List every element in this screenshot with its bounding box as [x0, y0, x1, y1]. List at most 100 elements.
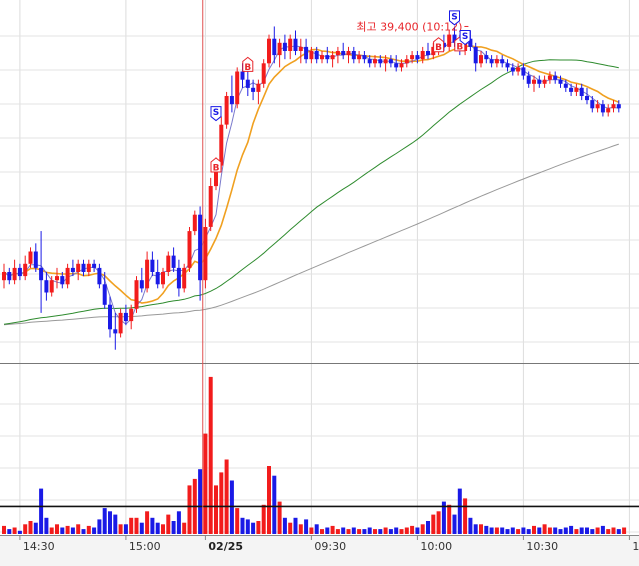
buy-signal-marker: B: [433, 37, 445, 53]
candle-down: [325, 55, 330, 60]
volume-bar: [574, 529, 579, 534]
candle-up: [547, 75, 552, 80]
volume-bar: [2, 525, 6, 534]
candle-up: [129, 308, 134, 322]
candle-up: [595, 104, 600, 109]
candle-up: [298, 46, 303, 51]
volume-bar: [585, 527, 589, 534]
signal-label: S: [462, 32, 468, 42]
volume-bar: [203, 433, 208, 534]
buy-signal-marker: B: [242, 56, 254, 73]
candle-up: [532, 79, 536, 84]
volume-bar: [420, 524, 425, 534]
volume-bar: [558, 529, 563, 534]
candle-up: [182, 267, 187, 289]
volume-bar: [473, 524, 478, 534]
volume-bar: [447, 504, 452, 534]
candle-down: [378, 59, 383, 64]
signal-label: B: [244, 63, 251, 73]
volume-bar: [351, 527, 356, 534]
chart-stage: 최고 39,400 (10:12) S B B S B B S 14:30 15:00 02/25…: [0, 0, 639, 566]
grid: [0, 0, 639, 566]
candle-down: [92, 263, 97, 268]
signal-label: B: [456, 42, 463, 52]
volume-bar: [282, 517, 287, 534]
signal-label: B: [435, 43, 442, 53]
volume-bar: [155, 522, 160, 534]
candle-down: [176, 267, 181, 289]
volume-bar: [113, 514, 118, 534]
candle-down: [102, 284, 107, 305]
volume-bar: [97, 519, 102, 534]
volume-bar: [611, 527, 616, 534]
candle-down: [600, 104, 605, 113]
volume-bar: [267, 466, 271, 534]
volume-bar: [553, 527, 558, 534]
volume-bar: [563, 527, 568, 534]
volume-bar: [118, 524, 123, 534]
volume-bar: [134, 517, 139, 534]
volume-bar: [590, 529, 595, 534]
candle-up: [256, 83, 261, 92]
candle-down: [537, 79, 542, 84]
volume-bar: [123, 524, 128, 534]
volume-bar: [108, 511, 112, 534]
volume-bar: [81, 529, 86, 534]
candle-down: [293, 38, 298, 51]
candle-down: [198, 214, 203, 281]
candle-up: [574, 87, 579, 92]
volume-bar: [532, 525, 536, 534]
candle-down: [81, 263, 86, 272]
candle-down: [521, 67, 526, 76]
volume-bar: [304, 519, 309, 534]
volume-bar: [92, 527, 97, 534]
price-volume-chart: 최고 39,400 (10:12)SBBSB BS 14:30 15:00 02/25…: [0, 0, 639, 566]
candle-down: [139, 280, 144, 289]
candle-down: [97, 267, 102, 285]
volume-bar: [415, 527, 420, 534]
candle-down: [351, 51, 356, 60]
candle-up: [494, 59, 499, 64]
volume-bar: [214, 485, 218, 534]
volume-bar: [288, 522, 293, 534]
volume-bar: [431, 514, 436, 534]
volume-bar: [484, 525, 489, 534]
chart-background: [0, 0, 639, 566]
candle-up: [145, 259, 150, 289]
candle-up: [76, 263, 81, 272]
candle-up: [65, 267, 70, 285]
volume-bar: [320, 529, 324, 534]
volume-bar: [17, 530, 22, 534]
candle-down: [616, 104, 621, 109]
candle-down: [251, 87, 256, 92]
candle-up: [49, 280, 54, 293]
candle-down: [388, 59, 393, 64]
volume-bar: [410, 525, 415, 534]
candle-up: [320, 55, 324, 60]
volume-bar: [494, 527, 499, 534]
volume-bar: [44, 517, 49, 534]
candle-down: [489, 59, 494, 64]
volume-bar: [65, 525, 70, 534]
candle-up: [542, 79, 547, 84]
volume-bar: [616, 529, 621, 534]
volume-bar: [500, 527, 505, 534]
volume-bar: [367, 527, 372, 534]
high-price-annotation: 최고 39,400 (10:12): [356, 20, 462, 33]
volume-bar: [139, 522, 144, 534]
candle-down: [17, 267, 22, 277]
candle-up: [346, 51, 351, 56]
candle-down: [123, 312, 128, 322]
candle-down: [585, 96, 589, 101]
candle-up: [447, 34, 452, 47]
volume-bar: [55, 524, 59, 534]
candle-down: [590, 100, 595, 109]
volume-bar: [468, 517, 473, 534]
candle-up: [383, 59, 388, 64]
candle-up: [288, 38, 293, 51]
volume-bar: [489, 527, 494, 534]
candle-up: [606, 108, 611, 113]
x-tick-label: 11:00: [632, 540, 639, 553]
candle-down: [272, 38, 277, 56]
volume-bar: [49, 527, 54, 534]
